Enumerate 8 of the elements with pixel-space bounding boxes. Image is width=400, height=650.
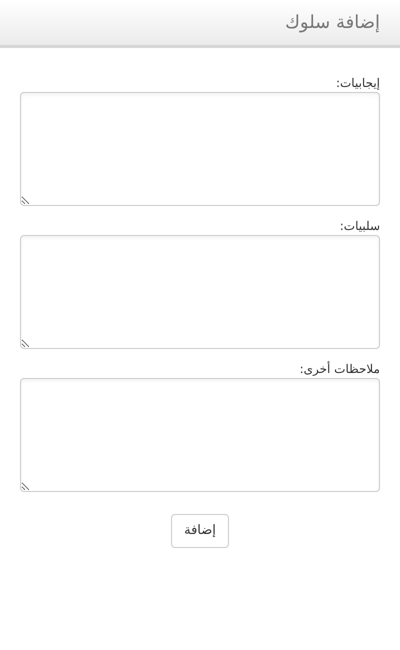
text-area[interactable] bbox=[20, 378, 380, 492]
field-label: ملاحظات أخرى: bbox=[298, 361, 380, 377]
add-button[interactable]: إضافة bbox=[171, 514, 229, 548]
field-label: إيجابيات: bbox=[334, 75, 380, 91]
field-label: سلبيات: bbox=[338, 218, 380, 234]
text-area[interactable] bbox=[20, 92, 380, 206]
text-area[interactable] bbox=[20, 235, 380, 349]
page-title: إضافة سلوك bbox=[285, 11, 380, 35]
